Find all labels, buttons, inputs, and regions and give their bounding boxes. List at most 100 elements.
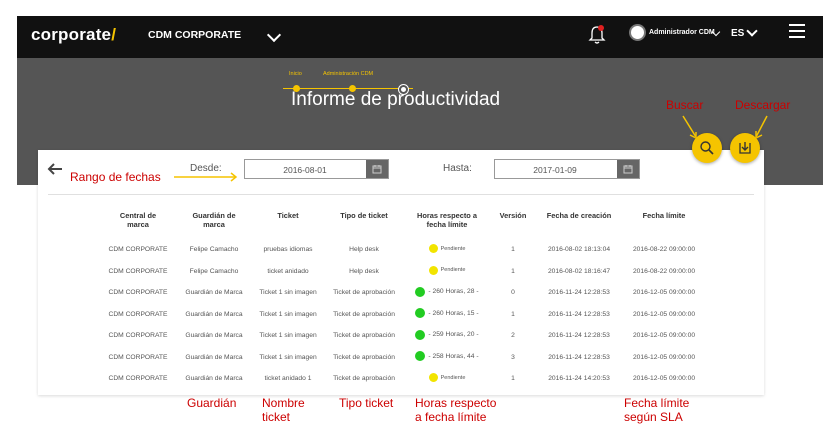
annotation-fecha-limite: Fecha límite según SLA [624,396,690,424]
hours-value: - 260 Horas, 15 - [428,309,479,317]
table-header-row: Central de marca Guardián de marca Ticket Tip… [100,211,706,239]
desde-date-input[interactable]: 2016-08-01 [244,159,389,179]
status-green-dot-icon [415,308,426,319]
table-cell-creacion: 2016-08-02 18:16:47 [547,267,611,275]
divider [48,194,754,195]
menu-icon[interactable] [789,24,805,38]
breadcrumb-item-inicio[interactable]: Inicio [289,71,302,77]
table-cell-guardian: Guardián de Marca [185,289,243,297]
table-cell-tipo: Help desk [349,246,379,254]
desde-date-value: 2016-08-01 [283,165,327,175]
table-cell-ticket: ticket anidado 1 [264,375,312,383]
table-cell-ticket: Ticket 1 sin imagen [259,310,317,318]
annotation-buscar: Buscar [666,98,704,112]
table-cell-creacion: 2016-11-24 12:28:53 [548,332,610,340]
table-cell-guardian: Felipe Camacho [189,246,239,254]
download-button[interactable] [730,133,760,163]
table-cell-central: CDM CORPORATE [108,246,168,254]
annotation-horas: Horas respecto a fecha límite [415,396,497,424]
table-row[interactable]: CDM CORPORATE Guardián de Marca Ticket 1 s… [100,325,706,347]
download-icon [739,142,751,154]
annotation-guardian: Guardián [187,396,237,410]
status-green-dot-icon [415,286,426,297]
annotation-tipo-ticket: Tipo ticket [339,396,394,410]
table-row[interactable]: CDM CORPORATE Guardián de Marca Ticket 1 s… [100,282,706,304]
user-name[interactable]: Administrador CDM [649,29,715,36]
chevron-down-icon[interactable] [746,25,758,37]
status-yellow-dot-icon [428,373,438,383]
table-row[interactable]: CDM CORPORATE Felipe Camacho pruebas idiom… [100,239,706,261]
table-row[interactable]: CDM CORPORATE Guardián de Marca Ticket 1 s… [100,347,706,369]
annotation-arrows [682,115,768,140]
table-cell-tipo: Help desk [349,267,379,275]
column-header[interactable]: Tipo de ticket [324,211,404,239]
hours-value: Pendiente [440,267,466,274]
status-yellow-dot-icon [428,244,438,254]
annotation-descargar: Descargar [735,98,791,112]
column-header[interactable]: Guardián de marca [176,211,252,239]
table-cell-limite: 2016-12-05 09:00:00 [632,353,696,361]
table-cell-limite: 2016-08-22 09:00:00 [632,267,696,275]
table-cell-horas: - 260 Horas, 28 - [404,282,490,304]
annotation-nombre-ticket: Nombre ticket [262,396,305,424]
table-cell-tipo: Ticket de aprobación [333,332,395,340]
hours-value: - 260 Horas, 28 - [428,288,479,296]
hasta-label: Hasta: [443,163,472,174]
table-cell-creacion: 2016-11-24 12:28:53 [548,289,610,297]
column-header[interactable]: Ticket [252,211,324,239]
status-yellow-dot-icon [428,265,438,275]
status-indicator: - 258 Horas, 44 - [415,351,479,362]
table-cell-version: 1 [511,267,515,275]
table-body: CDM CORPORATE Felipe Camacho pruebas idiom… [100,239,706,390]
table-cell-creacion: 2016-11-24 12:28:53 [548,310,610,318]
table-cell-limite: 2016-12-05 09:00:00 [632,375,696,383]
table-cell-central: CDM CORPORATE [108,353,168,361]
table-cell-version: 3 [511,353,515,361]
table-cell-guardian: Guardián de Marca [185,375,243,383]
language-selector[interactable]: ES [731,28,744,39]
table-cell-limite: 2016-12-05 09:00:00 [632,310,696,318]
table-row[interactable]: CDM CORPORATE Felipe Camacho ticket anidad… [100,261,706,283]
hasta-date-input[interactable]: 2017-01-09 [494,159,640,179]
page-title: Informe de productividad [291,89,501,110]
column-header[interactable]: Horas respecto a fecha límite [404,211,490,239]
status-indicator: Pendiente [428,373,466,383]
calendar-icon[interactable] [617,160,639,178]
table-cell-central: CDM CORPORATE [108,332,168,340]
hours-value: - 258 Horas, 44 - [428,352,479,360]
user-avatar-icon[interactable] [629,24,646,41]
report-card: Desde: 2016-08-01 Hasta: 2017-01-09 Cent… [38,150,764,395]
back-arrow-icon[interactable] [47,163,63,175]
table-cell-guardian: Felipe Camacho [189,267,239,275]
table-cell-limite: 2016-12-05 09:00:00 [632,289,696,297]
chevron-down-icon[interactable] [266,27,282,43]
company-selector[interactable]: CDM CORPORATE [148,29,241,41]
table-cell-ticket: Ticket 1 sin imagen [259,353,317,361]
column-header[interactable]: Fecha límite [622,211,706,239]
search-button[interactable] [692,133,722,163]
calendar-icon[interactable] [366,160,388,178]
table-cell-version: 1 [511,310,515,318]
table-cell-tipo: Ticket de aprobación [333,375,395,383]
hasta-date-value: 2017-01-09 [533,165,577,175]
column-header[interactable]: Central de marca [100,211,176,239]
status-indicator: - 260 Horas, 15 - [415,308,479,319]
table-cell-creacion: 2016-11-24 12:28:53 [548,353,610,361]
hours-value: Pendiente [440,245,466,252]
table-cell-tipo: Ticket de aprobación [333,289,395,297]
bell-icon[interactable] [588,24,606,46]
top-nav-bar: corporate/ CDM CORPORATE Administrador C… [17,16,823,58]
logo[interactable]: corporate/ [31,25,116,45]
column-header[interactable]: Versión [490,211,536,239]
table-cell-ticket: Ticket 1 sin imagen [259,332,317,340]
table-row[interactable]: CDM CORPORATE Guardián de Marca Ticket 1 s… [100,304,706,326]
breadcrumb-item-administracion[interactable]: Administración CDM [323,71,373,77]
hours-value: Pendiente [440,374,466,381]
table-cell-guardian: Guardián de Marca [185,310,243,318]
table-cell-central: CDM CORPORATE [108,310,168,318]
column-header[interactable]: Fecha de creación [536,211,622,239]
annotation-arrow-rango [174,172,238,182]
status-indicator: Pendiente [428,244,466,254]
table-cell-horas: - 259 Horas, 20 - [404,325,490,347]
table-row[interactable]: CDM CORPORATE Guardián de Marca ticket ani… [100,368,706,390]
